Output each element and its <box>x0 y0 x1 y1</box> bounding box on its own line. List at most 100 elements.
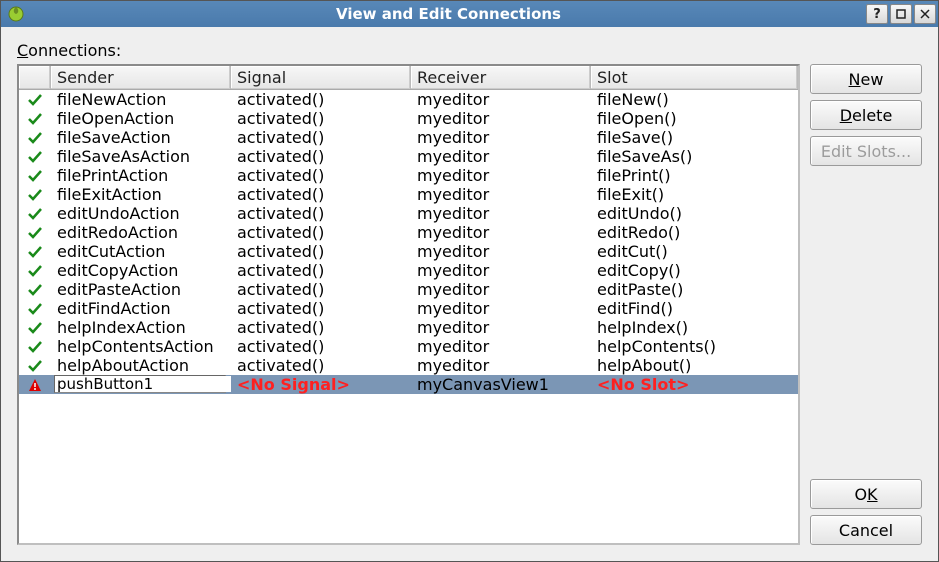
cell-signal[interactable]: activated() <box>231 356 411 375</box>
cell-sender[interactable]: editCopyAction <box>51 261 231 280</box>
new-button[interactable]: New <box>810 64 922 94</box>
cell-signal[interactable]: activated() <box>231 337 411 356</box>
button-panel: New Delete Edit Slots... OK Cancel <box>810 64 922 545</box>
table-row[interactable]: editPasteActionactivated()myeditoreditPa… <box>19 280 798 299</box>
cell-signal[interactable]: activated() <box>231 185 411 204</box>
cell-signal[interactable]: activated() <box>231 128 411 147</box>
cell-receiver[interactable]: myeditor <box>411 204 591 223</box>
cell-sender[interactable]: filePrintAction <box>51 166 231 185</box>
header-receiver[interactable]: Receiver <box>411 66 591 89</box>
cell-sender[interactable]: fileOpenAction <box>51 109 231 128</box>
cell-sender[interactable]: helpContentsAction <box>51 337 231 356</box>
sender-input[interactable] <box>55 376 231 392</box>
cell-receiver[interactable]: myeditor <box>411 299 591 318</box>
cell-receiver[interactable]: myeditor <box>411 185 591 204</box>
cell-signal[interactable]: activated() <box>231 223 411 242</box>
table-row[interactable]: editRedoActionactivated()myeditoreditRed… <box>19 223 798 242</box>
cell-sender[interactable]: editPasteAction <box>51 280 231 299</box>
cell-sender[interactable]: ▾ <box>51 375 231 394</box>
table-row[interactable]: helpContentsActionactivated()myeditorhel… <box>19 337 798 356</box>
table-row[interactable]: editCopyActionactivated()myeditoreditCop… <box>19 261 798 280</box>
table-row[interactable]: ▾ <No Signal>myCanvasView1<No Slot> <box>19 375 798 394</box>
maximize-button[interactable] <box>890 4 912 24</box>
cell-slot[interactable]: filePrint() <box>591 166 798 185</box>
header-sender[interactable]: Sender <box>51 66 231 89</box>
cell-signal[interactable]: activated() <box>231 166 411 185</box>
cell-slot[interactable]: helpContents() <box>591 337 798 356</box>
cell-sender[interactable]: editCutAction <box>51 242 231 261</box>
table-row[interactable]: fileNewActionactivated()myeditorfileNew(… <box>19 90 798 109</box>
dialog-content: Connections: Sender Signal Receiver Slot… <box>1 27 938 561</box>
cell-receiver[interactable]: myeditor <box>411 280 591 299</box>
header-signal[interactable]: Signal <box>231 66 411 89</box>
cell-signal[interactable]: <No Signal> <box>231 375 411 394</box>
cell-receiver[interactable]: myeditor <box>411 147 591 166</box>
cell-slot[interactable]: fileSave() <box>591 128 798 147</box>
header-status[interactable] <box>19 66 51 89</box>
cell-receiver[interactable]: myeditor <box>411 261 591 280</box>
cell-signal[interactable]: activated() <box>231 147 411 166</box>
close-button[interactable] <box>914 4 936 24</box>
cell-sender[interactable]: fileSaveAsAction <box>51 147 231 166</box>
cell-slot[interactable]: editUndo() <box>591 204 798 223</box>
cell-sender[interactable]: editFindAction <box>51 299 231 318</box>
cell-receiver[interactable]: myCanvasView1 <box>411 375 591 394</box>
table-row[interactable]: fileSaveAsActionactivated()myeditorfileS… <box>19 147 798 166</box>
cell-sender[interactable]: fileNewAction <box>51 90 231 109</box>
cell-receiver[interactable]: myeditor <box>411 318 591 337</box>
sender-combobox[interactable]: ▾ <box>54 375 226 393</box>
cancel-button[interactable]: Cancel <box>810 515 922 545</box>
table-row[interactable]: editCutActionactivated()myeditoreditCut(… <box>19 242 798 261</box>
delete-button[interactable]: Delete <box>810 100 922 130</box>
cell-slot[interactable]: helpAbout() <box>591 356 798 375</box>
cell-receiver[interactable]: myeditor <box>411 223 591 242</box>
table-body[interactable]: fileNewActionactivated()myeditorfileNew(… <box>19 90 798 543</box>
table-row[interactable]: fileSaveActionactivated()myeditorfileSav… <box>19 128 798 147</box>
cell-slot[interactable]: helpIndex() <box>591 318 798 337</box>
cell-receiver[interactable]: myeditor <box>411 356 591 375</box>
table-row[interactable]: filePrintActionactivated()myeditorfilePr… <box>19 166 798 185</box>
cell-slot[interactable]: fileNew() <box>591 90 798 109</box>
cell-sender[interactable]: fileSaveAction <box>51 128 231 147</box>
cell-sender[interactable]: helpAboutAction <box>51 356 231 375</box>
cell-sender[interactable]: editUndoAction <box>51 204 231 223</box>
cell-signal[interactable]: activated() <box>231 318 411 337</box>
cell-receiver[interactable]: myeditor <box>411 109 591 128</box>
cell-slot[interactable]: fileExit() <box>591 185 798 204</box>
header-slot[interactable]: Slot <box>591 66 798 89</box>
cell-receiver[interactable]: myeditor <box>411 242 591 261</box>
cell-sender[interactable]: editRedoAction <box>51 223 231 242</box>
cell-signal[interactable]: activated() <box>231 242 411 261</box>
cell-receiver[interactable]: myeditor <box>411 90 591 109</box>
cell-slot[interactable]: editCopy() <box>591 261 798 280</box>
cell-slot[interactable]: editFind() <box>591 299 798 318</box>
table-row[interactable]: helpIndexActionactivated()myeditorhelpIn… <box>19 318 798 337</box>
cell-slot[interactable]: <No Slot> <box>591 375 798 394</box>
cell-slot[interactable]: fileSaveAs() <box>591 147 798 166</box>
ok-button[interactable]: OK <box>810 479 922 509</box>
table-row[interactable]: fileOpenActionactivated()myeditorfileOpe… <box>19 109 798 128</box>
table-row[interactable]: editFindActionactivated()myeditoreditFin… <box>19 299 798 318</box>
cell-sender[interactable]: helpIndexAction <box>51 318 231 337</box>
cell-receiver[interactable]: myeditor <box>411 337 591 356</box>
cell-signal[interactable]: activated() <box>231 280 411 299</box>
cell-signal[interactable]: activated() <box>231 90 411 109</box>
cell-signal[interactable]: activated() <box>231 109 411 128</box>
cell-slot[interactable]: editCut() <box>591 242 798 261</box>
cell-signal[interactable]: activated() <box>231 204 411 223</box>
cell-slot[interactable]: fileOpen() <box>591 109 798 128</box>
status-valid-icon <box>19 299 51 318</box>
cell-receiver[interactable]: myeditor <box>411 166 591 185</box>
cell-signal[interactable]: activated() <box>231 299 411 318</box>
cell-signal[interactable]: activated() <box>231 261 411 280</box>
cell-receiver[interactable]: myeditor <box>411 128 591 147</box>
table-row[interactable]: helpAboutActionactivated()myeditorhelpAb… <box>19 356 798 375</box>
cell-slot[interactable]: editPaste() <box>591 280 798 299</box>
titlebar[interactable]: View and Edit Connections ? <box>1 1 938 27</box>
cell-slot[interactable]: editRedo() <box>591 223 798 242</box>
cell-sender[interactable]: fileExitAction <box>51 185 231 204</box>
status-valid-icon <box>19 90 51 109</box>
help-button[interactable]: ? <box>866 4 888 24</box>
table-row[interactable]: editUndoActionactivated()myeditoreditUnd… <box>19 204 798 223</box>
table-row[interactable]: fileExitActionactivated()myeditorfileExi… <box>19 185 798 204</box>
